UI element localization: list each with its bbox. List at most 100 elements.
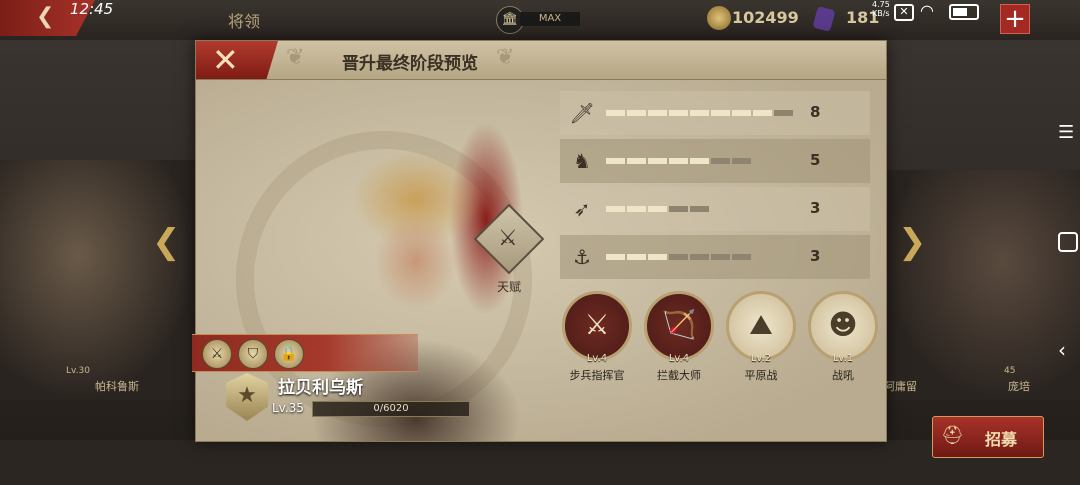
shield-badge-icon[interactable]: ⛉ <box>238 339 268 369</box>
stat-segment <box>627 110 646 116</box>
stat-segment <box>753 110 772 116</box>
skill-name: 平原战 <box>744 369 778 382</box>
add-resource-button[interactable]: + <box>1000 4 1030 34</box>
prev-hero-level: Lv.30 <box>66 366 90 376</box>
skill-name: 战吼 <box>832 369 854 382</box>
anchor-icon: ⚓ <box>573 245 591 269</box>
skill-item[interactable]: ⚔ Lv.4 步兵指挥官 <box>562 291 632 387</box>
sim-off-icon: ✕ <box>894 4 914 21</box>
laurel-right-icon: ❦ <box>496 45 515 70</box>
prev-hero-portrait[interactable] <box>0 160 195 400</box>
stat-row: ♞ 5 <box>560 139 870 183</box>
stat-value: 3 <box>810 199 821 217</box>
stat-segment <box>732 254 751 260</box>
recruit-button[interactable]: ⛑ 招募 <box>932 416 1044 458</box>
stat-row: ⚓ 3 <box>560 235 870 279</box>
lock-badge-icon[interactable]: 🔒 <box>274 339 304 369</box>
stat-segment <box>648 158 667 164</box>
bottom-bar <box>0 440 1080 485</box>
battery-icon <box>949 4 979 20</box>
stat-segment <box>732 158 751 164</box>
stat-segment <box>606 110 625 116</box>
promotion-preview-dialog: ✕ ❦ 晋升最终阶段预览 ❦ ⚔ ⛉ 🔒 ★ 拉贝利乌斯 Lv.35 0/602… <box>192 40 887 442</box>
horse-icon: ♞ <box>573 149 591 173</box>
stat-segment <box>648 254 667 260</box>
stat-segment <box>669 254 688 260</box>
close-icon: ✕ <box>212 41 239 79</box>
building-level-label: MAX <box>520 12 580 26</box>
coin-count: 102499 <box>732 8 799 27</box>
stat-segment <box>669 206 688 212</box>
stat-segment <box>669 110 688 116</box>
skill-level: Lv.2 <box>750 353 772 364</box>
next-hero-arrow-icon[interactable]: ❯ <box>898 222 927 262</box>
stat-segment <box>648 110 667 116</box>
net-speed-value: 4.75 <box>872 0 890 9</box>
chevron-left-icon: ❮ <box>36 4 55 29</box>
far-hero-name: 庞培 <box>1008 380 1030 393</box>
prev-hero-name: 帕科鲁斯 <box>95 380 139 393</box>
laurel-left-icon: ❦ <box>286 45 305 70</box>
wifi-icon: ◠ <box>920 1 934 20</box>
status-time: 12:45 <box>70 0 114 18</box>
crossed-swords-icon: ⚔ <box>562 291 632 361</box>
hero-level: Lv.35 <box>272 401 304 415</box>
stat-segment <box>690 206 709 212</box>
prev-hero-arrow-icon[interactable]: ❮ <box>152 222 181 262</box>
skill-name: 拦截大师 <box>657 369 701 382</box>
talent-label: 天赋 <box>496 280 521 294</box>
stat-segment <box>627 254 646 260</box>
nav-menu-icon[interactable]: ☰ <box>1058 122 1074 143</box>
stat-segment <box>648 206 667 212</box>
stat-segment <box>690 254 709 260</box>
close-button[interactable]: ✕ <box>196 41 278 79</box>
stat-segment <box>711 254 730 260</box>
stat-segment <box>606 206 625 212</box>
sword-icon: 🗡 <box>569 101 595 125</box>
far-hero-level: 45 <box>1004 366 1016 376</box>
nav-home-icon[interactable] <box>1058 232 1078 252</box>
xp-text: 0/6020 <box>373 403 409 414</box>
skill-item[interactable]: ⛰ Lv.2 平原战 <box>726 291 796 387</box>
skill-level: Lv.1 <box>832 353 854 364</box>
stat-segment <box>669 158 688 164</box>
war-cry-icon: ☻ <box>808 291 878 361</box>
skill-level: Lv.4 <box>668 353 690 364</box>
skill-item[interactable]: ☻ Lv.1 战吼 <box>808 291 878 387</box>
coin-icon <box>707 6 731 30</box>
talent-sword-icon: ⚔ <box>498 226 518 251</box>
stat-row: ➶ 3 <box>560 187 870 231</box>
skill-item[interactable]: 🏹 Lv.4 拦截大师 <box>644 291 714 387</box>
recruit-label: 招募 <box>985 430 1018 449</box>
hero-badges: ⚔ ⛉ 🔒 <box>192 334 418 372</box>
next-hero-name: 阿庸留 <box>884 380 917 393</box>
bow-icon: ➶ <box>573 197 591 221</box>
stat-segment <box>690 110 709 116</box>
stat-segment <box>774 110 793 116</box>
archer-icon: 🏹 <box>644 291 714 361</box>
talent-button[interactable]: ⚔ 天赋 <box>473 203 545 298</box>
stat-segment <box>690 158 709 164</box>
skill-name: 步兵指挥官 <box>569 369 625 382</box>
stat-segment <box>627 158 646 164</box>
stat-segment <box>627 206 646 212</box>
stat-value: 8 <box>810 103 821 121</box>
skill-level: Lv.4 <box>586 353 608 364</box>
stat-segment <box>606 158 625 164</box>
xp-progress-bar: 0/6020 <box>312 401 470 417</box>
hero-name: 拉贝利乌斯 <box>278 378 363 398</box>
helmet-plus-icon: ⛑ <box>941 425 964 446</box>
nav-back-icon[interactable]: ‹ <box>1058 338 1066 362</box>
net-speed-unit: KB/s <box>872 9 890 18</box>
plains-icon: ⛰ <box>726 291 796 361</box>
stat-row: 🗡 8 <box>560 91 870 135</box>
stat-segment <box>732 110 751 116</box>
stat-segment <box>711 110 730 116</box>
rank-star-icon: ★ <box>226 373 268 421</box>
building-level[interactable]: 🏛 MAX <box>496 6 586 34</box>
dialog-title: 晋升最终阶段预览 <box>342 54 478 74</box>
next-hero-portrait[interactable] <box>885 170 1080 400</box>
page-title: 将领 <box>228 12 261 31</box>
soldier-badge-icon[interactable]: ⚔ <box>202 339 232 369</box>
net-speed: 4.75 KB/s <box>872 0 890 18</box>
